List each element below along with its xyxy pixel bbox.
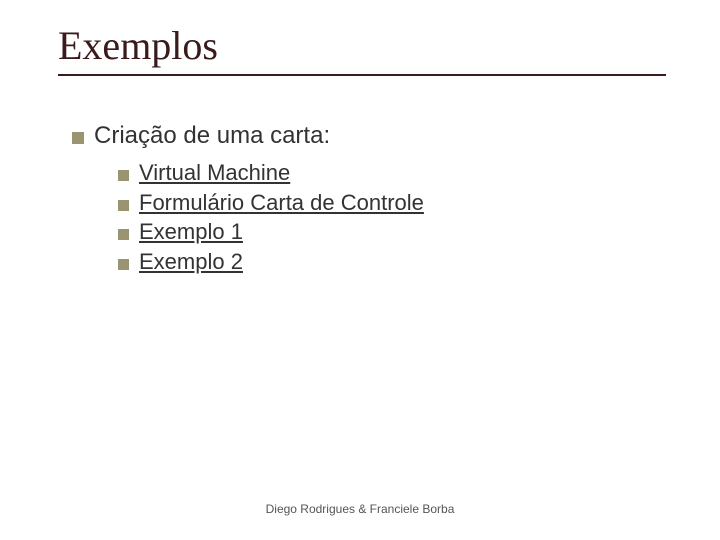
level1-text: Criação de uma carta: (94, 122, 330, 149)
list-item: Exemplo 2 (118, 247, 424, 277)
slide-footer: Diego Rodrigues & Franciele Borba (0, 502, 720, 516)
square-bullet-icon (118, 229, 129, 240)
sublist: Virtual Machine Formulário Carta de Cont… (118, 158, 424, 277)
title-divider (58, 74, 666, 76)
list-item-level1: Criação de uma carta: (72, 122, 330, 150)
link-exemplo-2[interactable]: Exemplo 2 (139, 249, 243, 274)
list-item: Exemplo 1 (118, 217, 424, 247)
slide: Exemplos Criação de uma carta: Virtual M… (0, 0, 720, 540)
link-formulario-carta[interactable]: Formulário Carta de Controle (139, 190, 424, 215)
square-bullet-icon (118, 259, 129, 270)
link-exemplo-1[interactable]: Exemplo 1 (139, 219, 243, 244)
square-bullet-icon (72, 132, 84, 144)
square-bullet-icon (118, 170, 129, 181)
link-virtual-machine[interactable]: Virtual Machine (139, 160, 290, 185)
square-bullet-icon (118, 200, 129, 211)
list-item: Virtual Machine (118, 158, 424, 188)
slide-title: Exemplos (58, 22, 218, 69)
list-item: Formulário Carta de Controle (118, 188, 424, 218)
